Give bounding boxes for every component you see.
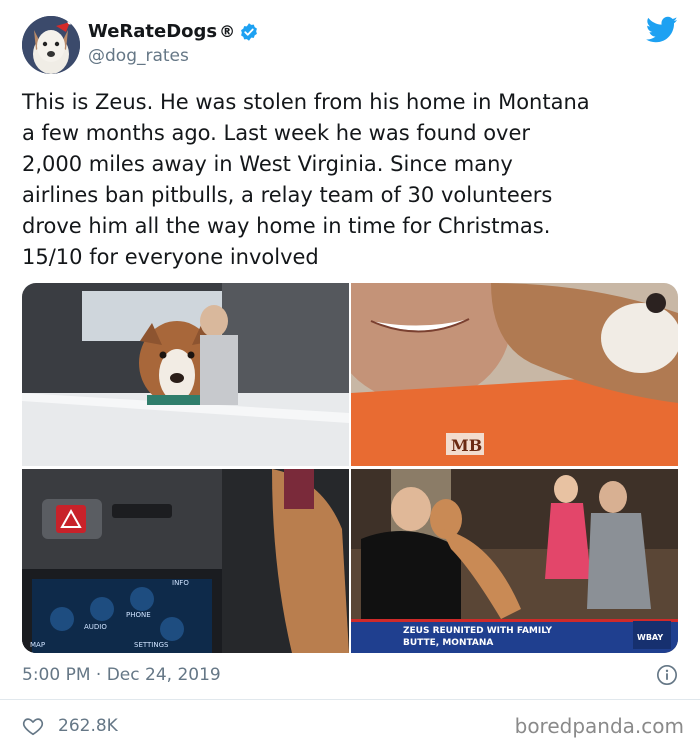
photo-news-reunion[interactable]: ZEUS REUNITED WITH FAMILY BUTTE, MONTANA… bbox=[351, 469, 678, 653]
twitter-bird-icon[interactable] bbox=[646, 16, 678, 44]
screen-label-audio: AUDIO bbox=[84, 623, 107, 631]
name-block: WeRateDogs ® @dog_rates bbox=[88, 20, 259, 68]
avatar[interactable] bbox=[22, 16, 80, 74]
tweet-time[interactable]: 5:00 PM bbox=[22, 665, 91, 685]
screen-label-settings: SETTINGS bbox=[134, 641, 169, 649]
photo-car-dashboard[interactable]: MAP AUDIO PHONE SETTINGS INFO bbox=[22, 469, 349, 653]
news-caption-line2: BUTTE, MONTANA bbox=[403, 638, 493, 648]
screen-label-map: MAP bbox=[30, 641, 45, 649]
watermark: boredpanda.com bbox=[514, 714, 684, 738]
news-station-logo: WBAY bbox=[637, 633, 663, 642]
handle[interactable]: @dog_rates bbox=[88, 44, 259, 68]
tweet-date[interactable]: Dec 24, 2019 bbox=[107, 665, 221, 685]
like-count[interactable]: 262.8K bbox=[58, 716, 118, 736]
screen-label-phone: PHONE bbox=[126, 611, 151, 619]
tweet-text: This is Zeus. He was stolen from his hom… bbox=[22, 90, 590, 269]
photo-man-with-dog[interactable]: MB bbox=[351, 283, 678, 466]
likes-row: 262.8K bbox=[22, 713, 118, 739]
display-name[interactable]: WeRateDogs ® bbox=[88, 20, 259, 44]
verified-badge-icon bbox=[241, 23, 258, 41]
photo-dog-in-car[interactable] bbox=[22, 283, 349, 466]
news-caption-line1: ZEUS REUNITED WITH FAMILY bbox=[403, 626, 553, 636]
info-icon[interactable] bbox=[656, 664, 678, 686]
media-grid: MB MAP AUDIO PHONE SETTINGS INFO ZEUS RE… bbox=[22, 283, 678, 653]
timestamp-row: 5:00 PM · Dec 24, 2019 bbox=[22, 662, 678, 688]
tweet-header: WeRateDogs ® @dog_rates bbox=[22, 16, 678, 76]
heart-icon[interactable] bbox=[22, 715, 44, 737]
divider bbox=[0, 699, 700, 700]
separator-dot: · bbox=[95, 665, 102, 685]
shirt-text: MB bbox=[451, 436, 482, 455]
screen-label-info: INFO bbox=[172, 579, 189, 587]
